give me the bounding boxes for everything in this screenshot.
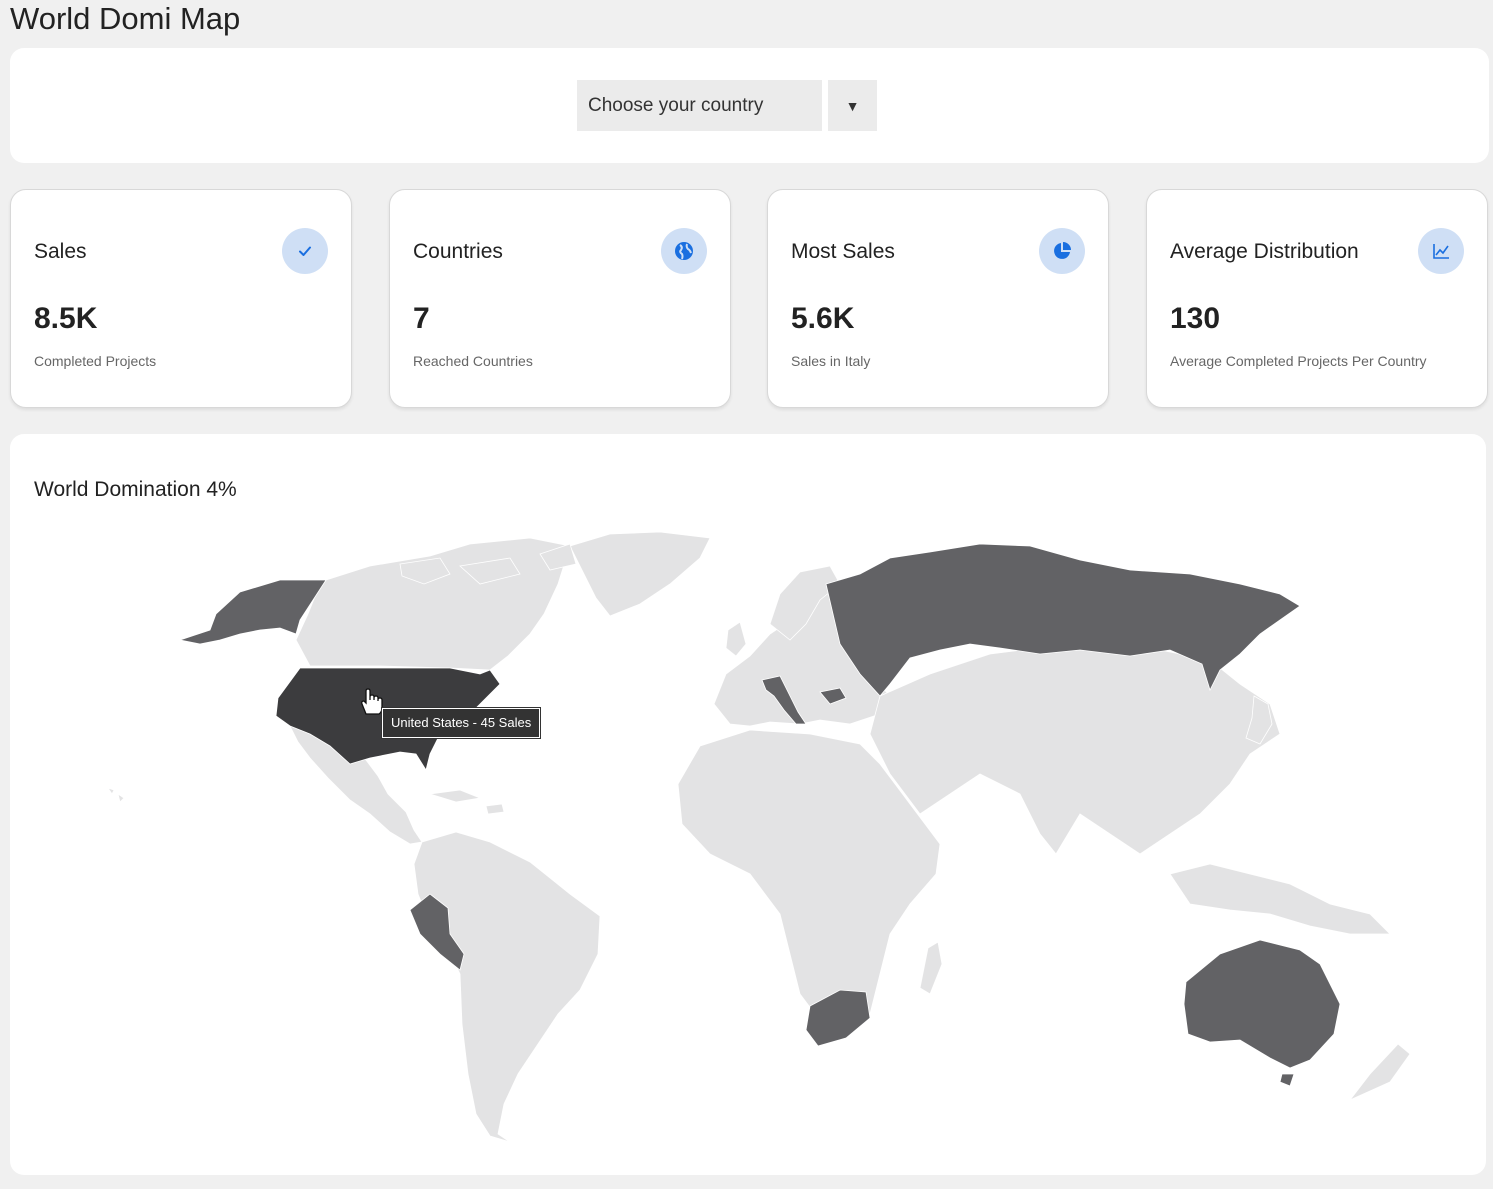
globe-icon xyxy=(661,228,707,274)
card-subtitle: Reached Countries xyxy=(413,353,533,369)
country-greenland xyxy=(569,531,711,617)
countries-card: Countries 7 Reached Countries xyxy=(389,189,731,408)
hawaii xyxy=(107,787,125,803)
world-map-panel: World Domination 4% United States - 45 S… xyxy=(10,434,1486,1175)
page-title: World Domi Map xyxy=(10,1,241,36)
average-distribution-card: Average Distribution 130 Average Complet… xyxy=(1146,189,1488,408)
card-subtitle: Sales in Italy xyxy=(791,353,871,369)
card-value: 5.6K xyxy=(791,302,855,335)
caribbean-islands xyxy=(429,789,505,815)
country-select[interactable]: Choose your country xyxy=(577,80,822,131)
card-title: Average Distribution xyxy=(1170,240,1359,263)
card-value: 130 xyxy=(1170,302,1221,335)
country-tooltip: United States - 45 Sales xyxy=(382,708,541,738)
card-title: Sales xyxy=(34,240,87,263)
check-icon xyxy=(282,228,328,274)
pie-chart-icon xyxy=(1039,228,1085,274)
card-title: Most Sales xyxy=(791,240,895,263)
country-uk xyxy=(725,621,747,657)
card-value: 7 xyxy=(413,302,430,335)
southeast-asia xyxy=(1169,863,1391,935)
world-map[interactable] xyxy=(10,434,1486,1175)
card-value: 8.5K xyxy=(34,302,98,335)
dropdown-arrow-button[interactable]: ▼ xyxy=(828,80,877,131)
chevron-down-icon: ▼ xyxy=(845,97,860,114)
most-sales-card: Most Sales 5.6K Sales in Italy xyxy=(767,189,1109,408)
country-australia xyxy=(1183,939,1341,1069)
country-madagascar xyxy=(919,941,943,995)
country-tasmania xyxy=(1279,1073,1295,1087)
country-canada xyxy=(295,537,571,671)
card-title: Countries xyxy=(413,240,503,263)
asia xyxy=(869,643,1281,855)
line-chart-icon xyxy=(1418,228,1464,274)
card-subtitle: Completed Projects xyxy=(34,353,157,369)
country-new-zealand xyxy=(1349,1043,1411,1101)
country-selector-panel: Choose your country ▼ xyxy=(10,48,1489,163)
south-america xyxy=(413,831,601,1143)
sales-card: Sales 8.5K Completed Projects xyxy=(10,189,352,408)
card-subtitle: Average Completed Projects Per Country xyxy=(1170,353,1427,369)
